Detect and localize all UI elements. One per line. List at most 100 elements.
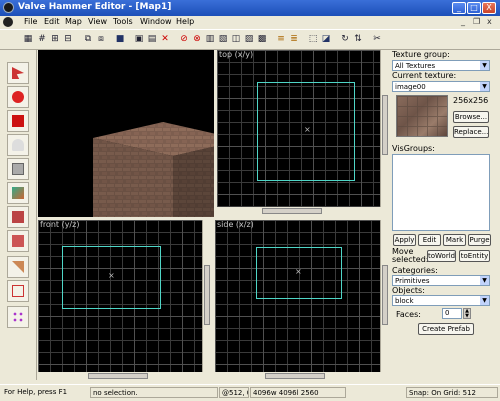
child-close-button[interactable]: x bbox=[487, 17, 492, 26]
objects-label: Objects: bbox=[392, 286, 425, 295]
texture-size: 256x256 bbox=[453, 96, 489, 105]
top-viewport-label: top (x/y) bbox=[219, 50, 254, 59]
front-vscroll[interactable] bbox=[202, 220, 211, 372]
top-vscroll[interactable] bbox=[380, 50, 389, 207]
top-hscroll[interactable] bbox=[217, 207, 380, 216]
side-hscroll[interactable] bbox=[215, 372, 380, 381]
texture-group-label: Texture group: bbox=[392, 50, 450, 59]
face-icon[interactable]: ✂ bbox=[371, 33, 383, 45]
front-hscroll-thumb[interactable] bbox=[88, 373, 148, 379]
entity-tool[interactable] bbox=[7, 134, 29, 156]
grid-icon[interactable]: ▦ bbox=[22, 33, 34, 45]
browse-button[interactable]: Browse... bbox=[453, 111, 489, 123]
close-button[interactable]: X bbox=[482, 2, 496, 14]
stripes-icon[interactable]: ≡ bbox=[275, 33, 287, 45]
camera-viewport[interactable] bbox=[38, 50, 214, 217]
texture-lock-icon[interactable]: ✕ bbox=[159, 33, 171, 45]
grid-smaller-icon[interactable]: ⊞ bbox=[49, 33, 61, 45]
hide-icon[interactable]: ▣ bbox=[133, 33, 145, 45]
front-vscroll-thumb[interactable] bbox=[204, 265, 210, 325]
grid-toggle-icon[interactable]: # bbox=[36, 33, 48, 45]
show-icon[interactable]: ▤ bbox=[146, 33, 158, 45]
to-entity-button[interactable]: toEntity bbox=[459, 250, 490, 262]
snap-icon[interactable]: ◪ bbox=[320, 33, 332, 45]
menu-view[interactable]: View bbox=[88, 17, 107, 26]
brick-block[interactable] bbox=[83, 120, 214, 217]
alt-stripes-icon[interactable]: ≣ bbox=[288, 33, 300, 45]
menu-help[interactable]: Help bbox=[176, 17, 194, 26]
child-minimize-button[interactable]: _ bbox=[461, 17, 465, 26]
menu-map[interactable]: Map bbox=[65, 17, 82, 26]
camera-tool[interactable] bbox=[7, 110, 29, 132]
3d-grid-icon[interactable]: ▥ bbox=[204, 33, 216, 45]
entity-report-icon[interactable]: ▧ bbox=[217, 33, 229, 45]
flip-icon[interactable]: ⇅ bbox=[352, 33, 364, 45]
create-prefab-button[interactable]: Create Prefab bbox=[418, 323, 474, 335]
clipping-tool[interactable] bbox=[7, 256, 29, 278]
to-world-button[interactable]: toWorld bbox=[427, 250, 456, 262]
vertex-tool[interactable] bbox=[7, 280, 29, 302]
replace-button[interactable]: Replace... bbox=[453, 126, 489, 138]
side-viewport-label: side (x/z) bbox=[217, 220, 254, 229]
check-map-icon[interactable]: ◫ bbox=[230, 33, 242, 45]
side-viewport[interactable]: side (x/z) × bbox=[215, 220, 380, 372]
status-spacer bbox=[347, 387, 405, 398]
side-hscroll-thumb[interactable] bbox=[265, 373, 325, 379]
status-bar: For Help, press F1 no selection. @512, 0… bbox=[0, 384, 500, 401]
categories-select[interactable]: Primitives ▼ bbox=[392, 275, 490, 286]
path-tool[interactable] bbox=[7, 306, 29, 328]
magnify-tool[interactable] bbox=[7, 86, 29, 108]
status-help: For Help, press F1 bbox=[4, 388, 68, 396]
decal-tool-icon bbox=[12, 235, 24, 247]
cordon-icon[interactable]: ⊘ bbox=[178, 33, 190, 45]
front-hscroll[interactable] bbox=[38, 372, 202, 381]
rotate-icon[interactable]: ↻ bbox=[339, 33, 351, 45]
objects-select[interactable]: block ▼ bbox=[392, 295, 490, 306]
top-center-marker: × bbox=[304, 125, 311, 134]
mark-button[interactable]: Mark bbox=[443, 234, 466, 246]
document-icon[interactable] bbox=[3, 17, 13, 27]
box-icon[interactable]: ⬚ bbox=[307, 33, 319, 45]
carve-icon[interactable]: ■ bbox=[114, 33, 126, 45]
current-texture-select[interactable]: image00 ▼ bbox=[392, 81, 490, 92]
top-vscroll-thumb[interactable] bbox=[382, 95, 388, 155]
move-selected-label: Move selected: bbox=[392, 247, 429, 264]
selection-tool-icon bbox=[12, 67, 24, 79]
texture-group-select[interactable]: All Textures ▼ bbox=[392, 60, 490, 71]
apply-button[interactable]: Apply bbox=[393, 234, 416, 246]
edit-button[interactable]: Edit bbox=[418, 234, 441, 246]
texture-tool[interactable] bbox=[7, 182, 29, 204]
front-viewport[interactable]: front (y/z) × bbox=[38, 220, 202, 372]
selection-tool[interactable] bbox=[7, 62, 29, 84]
path-tool-icon bbox=[12, 311, 24, 323]
chevron-down-icon: ▼ bbox=[480, 296, 489, 305]
faces-input[interactable]: 0 bbox=[442, 308, 462, 319]
group-icon[interactable]: ⧉ bbox=[82, 33, 94, 45]
side-vscroll[interactable] bbox=[380, 220, 389, 372]
block-tool[interactable] bbox=[7, 158, 29, 180]
child-restore-button[interactable]: ❐ bbox=[473, 17, 480, 26]
faces-stepper[interactable]: ▲ ▼ bbox=[463, 308, 471, 319]
minimize-button[interactable]: _ bbox=[452, 2, 466, 14]
run-map-icon[interactable]: ⊗ bbox=[191, 33, 203, 45]
menu-tools[interactable]: Tools bbox=[113, 17, 133, 26]
top-viewport[interactable]: top (x/y) × bbox=[217, 50, 380, 207]
visgroups-list[interactable] bbox=[392, 154, 490, 231]
ungroup-icon[interactable]: ⧈ bbox=[95, 33, 107, 45]
menu-file[interactable]: File bbox=[24, 17, 37, 26]
front-viewport-label: front (y/z) bbox=[40, 220, 80, 229]
camera-tool-icon bbox=[12, 115, 24, 127]
menu-edit[interactable]: Edit bbox=[44, 17, 60, 26]
status-dims: 4096w 4096l 2560 bbox=[250, 387, 346, 398]
decal-tool[interactable] bbox=[7, 230, 29, 252]
print-icon[interactable]: ▨ bbox=[243, 33, 255, 45]
apply-texture-tool[interactable] bbox=[7, 206, 29, 228]
texture-panel: Texture group: All Textures ▼ Current tex… bbox=[390, 50, 500, 380]
grid-larger-icon[interactable]: ⊟ bbox=[62, 33, 74, 45]
top-hscroll-thumb[interactable] bbox=[262, 208, 322, 214]
purge-button[interactable]: Purge bbox=[468, 234, 491, 246]
menu-window[interactable]: Window bbox=[140, 17, 172, 26]
maximize-button[interactable]: □ bbox=[467, 2, 481, 14]
prefab-icon[interactable]: ▩ bbox=[256, 33, 268, 45]
side-vscroll-thumb[interactable] bbox=[382, 265, 388, 325]
